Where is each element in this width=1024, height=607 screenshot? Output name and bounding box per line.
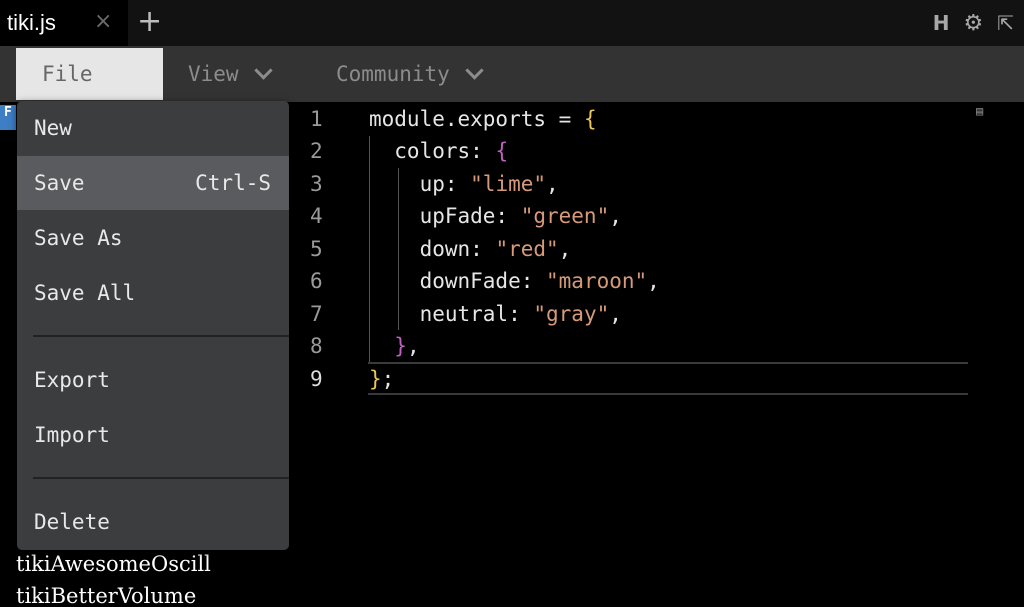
code-string: "maroon" — [546, 269, 648, 293]
tab-tiki-js[interactable]: tiki.js × — [0, 0, 128, 46]
code-punct: , — [647, 269, 660, 293]
code-text: upFade: — [369, 204, 521, 228]
menu-item-save-all[interactable]: Save All — [17, 266, 289, 320]
line-number: 7 — [310, 302, 323, 326]
code-brace: { — [583, 107, 597, 131]
menu-item-label: Delete — [34, 510, 110, 534]
line-number: 3 — [310, 172, 323, 196]
minimap[interactable]: ▤ — [976, 104, 983, 118]
menu-item-label: Save All — [34, 281, 136, 305]
code-text: neutral: — [369, 302, 534, 326]
menu-divider — [33, 335, 289, 337]
line-number: 6 — [310, 269, 323, 293]
menu-item-label: New — [34, 116, 72, 140]
tab-bar: tiki.js × + H ⚙ ⇱ — [0, 0, 1024, 46]
menu-bar: File View Community — [0, 46, 1024, 102]
chevron-down-icon — [465, 61, 484, 80]
line-number: 5 — [310, 237, 323, 261]
code-text: downFade: — [369, 269, 547, 293]
code-string: "gray" — [533, 302, 610, 326]
code-text: module.exports = — [369, 107, 584, 131]
menu-item-label: Import — [34, 423, 110, 447]
menu-item-label: Save As — [34, 226, 123, 250]
code-punct: , — [558, 237, 572, 261]
expand-icon[interactable]: ⇱ — [997, 11, 1014, 35]
menu-divider — [33, 477, 289, 479]
sidebar-item[interactable]: tikiBetterVolume — [0, 580, 258, 607]
menu-item-export[interactable]: Export — [17, 353, 289, 407]
add-tab-icon[interactable]: + — [137, 4, 162, 40]
code-punct: , — [546, 172, 559, 196]
menu-community[interactable]: Community — [336, 48, 484, 100]
code-line: }, — [369, 330, 420, 362]
line-number: 4 — [310, 204, 323, 228]
menu-view-label: View — [188, 62, 239, 86]
code-string: "red" — [495, 237, 559, 261]
line-number: 8 — [310, 334, 323, 358]
code-brace: } — [369, 367, 382, 391]
menu-item-save[interactable]: Save Ctrl-S — [17, 156, 289, 210]
code-line: neutral: "gray", — [369, 298, 622, 330]
menu-item-label: Save — [34, 171, 85, 195]
code-punct: , — [609, 204, 622, 228]
menu-view[interactable]: View — [188, 48, 273, 100]
code-string: "lime" — [470, 172, 547, 196]
tab-title: tiki.js — [7, 10, 56, 35]
gear-icon[interactable]: ⚙ — [964, 11, 984, 36]
code-line: module.exports = { — [369, 103, 597, 135]
code-text: up: — [369, 172, 471, 196]
menu-file-label: File — [42, 62, 93, 86]
code-line: downFade: "maroon", — [369, 265, 660, 297]
code-editor[interactable]: 1 2 3 4 5 6 7 8 9 module.exports = { col… — [290, 102, 1024, 607]
line-number: 2 — [310, 139, 323, 163]
code-punct: , — [406, 334, 420, 358]
code-line: colors: { — [369, 135, 508, 167]
menu-community-label: Community — [336, 62, 450, 86]
h-icon[interactable]: H — [933, 11, 950, 35]
menu-item-new[interactable]: New — [17, 101, 289, 155]
line-number: 9 — [310, 367, 323, 391]
sidebar-badge: F — [0, 105, 16, 130]
file-dropdown-menu: New Save Ctrl-S Save As Save All Export … — [17, 101, 289, 550]
code-line: down: "red", — [369, 233, 572, 265]
menu-item-shortcut: Ctrl-S — [195, 171, 271, 195]
menu-item-import[interactable]: Import — [17, 408, 289, 462]
code-brace: } — [394, 334, 407, 358]
sidebar-file-list: tikiAwesomeOscill tikiBetterVolume — [0, 548, 258, 607]
code-string: "green" — [520, 204, 610, 228]
code-line: }; — [369, 363, 394, 395]
top-right-toolbar: H ⚙ ⇱ — [933, 9, 1014, 37]
menu-item-label: Export — [34, 368, 110, 392]
code-line: upFade: "green", — [369, 200, 622, 232]
line-number: 1 — [310, 107, 323, 131]
code-text: colors: — [369, 139, 496, 163]
code-line: up: "lime", — [369, 168, 559, 200]
menu-item-save-as[interactable]: Save As — [17, 211, 289, 265]
menu-file[interactable]: File — [16, 48, 163, 100]
close-icon[interactable]: × — [94, 9, 112, 34]
current-line-highlight — [368, 362, 968, 395]
code-text: down: — [369, 237, 496, 261]
code-punct: ; — [381, 367, 395, 391]
code-brace: { — [495, 139, 509, 163]
sidebar-item[interactable]: tikiAwesomeOscill — [0, 548, 258, 580]
chevron-down-icon — [253, 61, 273, 80]
menu-item-delete[interactable]: Delete — [17, 495, 289, 549]
code-punct: , — [609, 302, 622, 326]
